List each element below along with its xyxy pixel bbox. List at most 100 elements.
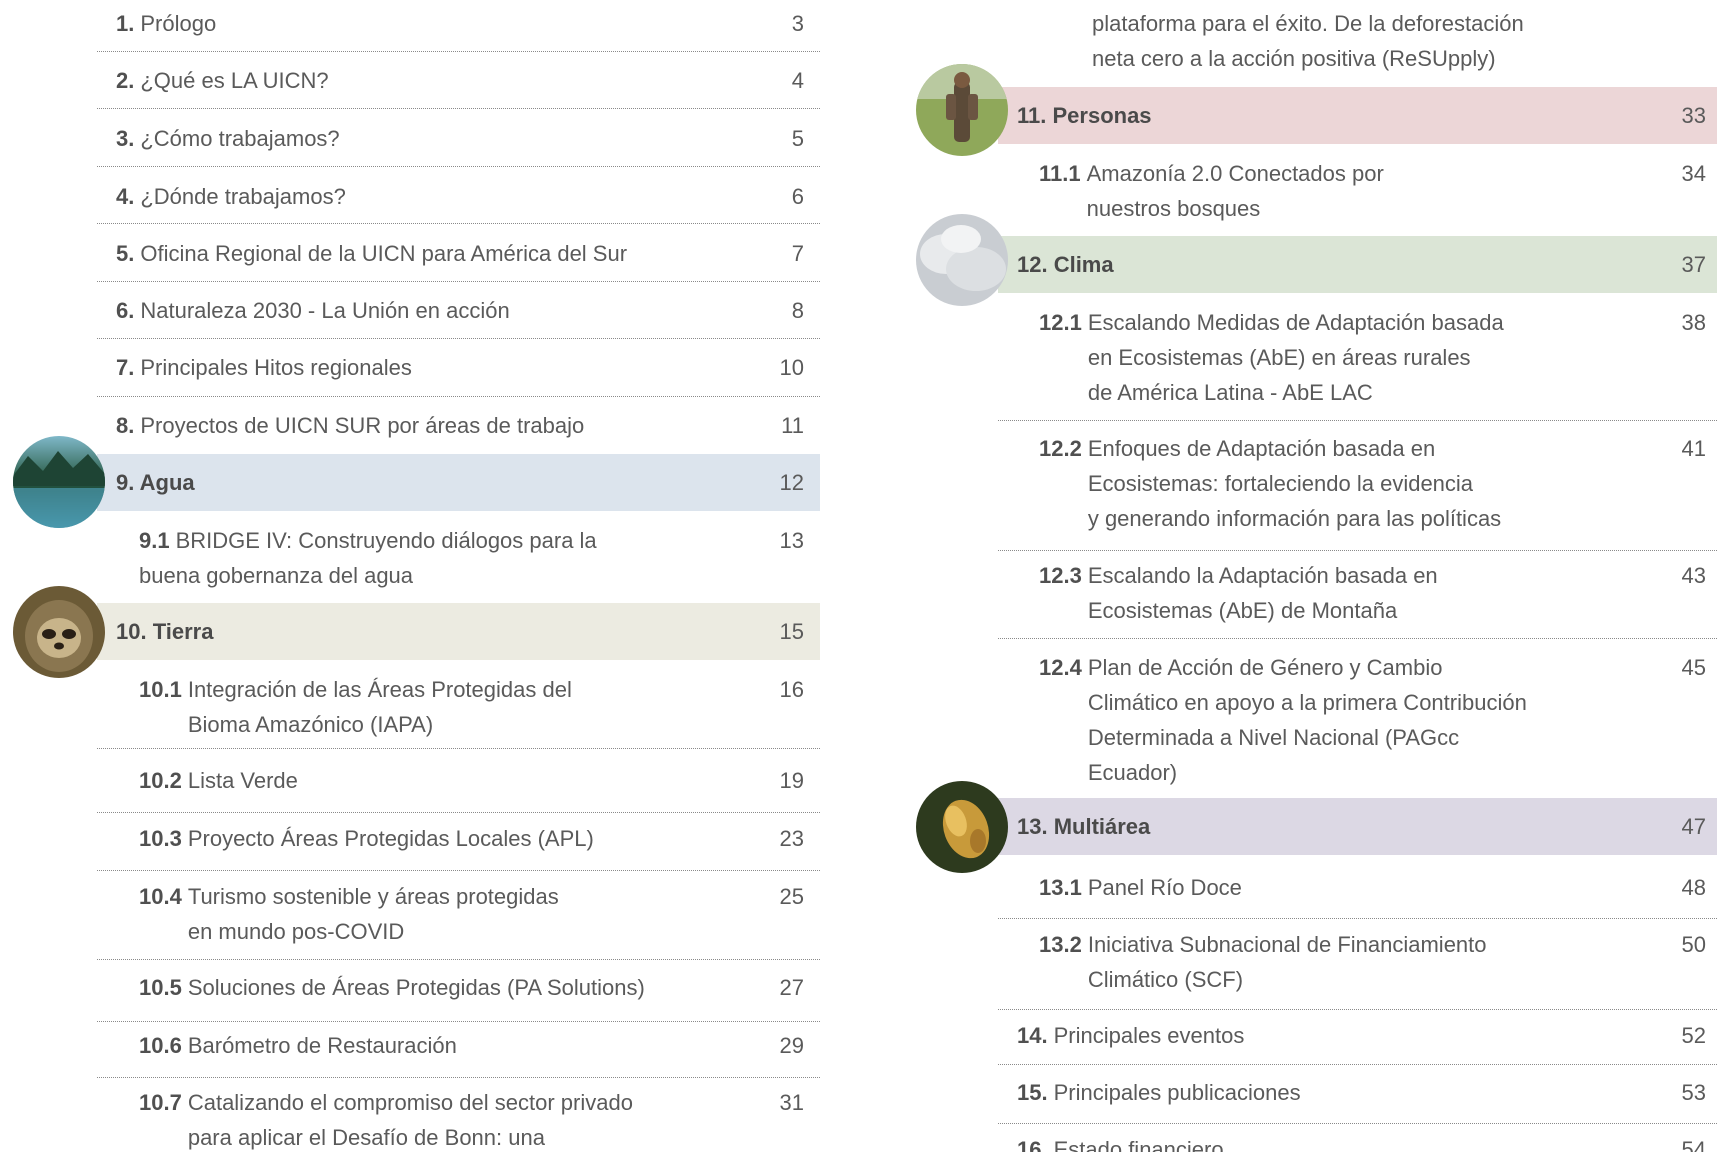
subentry-page: 45 — [1681, 655, 1706, 680]
section-header-clima[interactable]: 12. Clima 37 — [1017, 236, 1706, 292]
toc-subentry[interactable]: 10.3 Proyecto Áreas Protegidas Locales (A… — [139, 821, 804, 856]
subentry-number: 10.6 — [139, 1033, 182, 1058]
subentry-line: nuestros bosques — [1086, 196, 1261, 221]
section-header-multiarea[interactable]: 13. Multiárea 47 — [1017, 798, 1706, 854]
dotted-divider — [97, 959, 820, 960]
subentry-number: 11.1 — [1039, 161, 1081, 186]
subentry-page: 19 — [779, 768, 804, 793]
entry-label: ¿Cómo trabajamos? — [140, 126, 340, 151]
toc-entry[interactable]: 3. ¿Cómo trabajamos? 5 — [116, 121, 804, 156]
section-title: 12. Clima — [1017, 251, 1114, 277]
subentry-line: Determinada a Nivel Nacional (PAGcc — [1087, 725, 1460, 750]
entry-label: Proyectos de UICN SUR por áreas de traba… — [140, 413, 585, 438]
toc-subentry[interactable]: 12.3 Escalando la Adaptación basada en Eco… — [1039, 558, 1706, 628]
subentry-page: 25 — [779, 884, 804, 909]
entry-label: Naturaleza 2030 - La Unión en acción — [140, 298, 510, 323]
toc-subentry[interactable]: 13.2 Iniciativa Subnacional de Financiami… — [1039, 927, 1706, 997]
entry-label: Oficina Regional de la UICN para América… — [140, 241, 628, 266]
toc-entry[interactable]: 6. Naturaleza 2030 - La Unión en acción 8 — [116, 293, 804, 328]
entry-number: 15. — [1017, 1080, 1048, 1105]
toc-subentry[interactable]: 12.4 Plan de Acción de Género y Cambio Cli… — [1039, 650, 1706, 790]
dotted-divider — [998, 1064, 1717, 1065]
entry-label: Principales eventos — [1053, 1023, 1245, 1048]
section-page: 15 — [779, 618, 804, 644]
toc-entry[interactable]: 16. Estado financiero 54 — [1017, 1132, 1706, 1152]
section-title: 10. Tierra — [116, 618, 214, 644]
subentry-number: 10.3 — [139, 826, 182, 851]
entry-label: Prólogo — [140, 11, 217, 36]
entry-number: 2. — [116, 68, 135, 93]
multiarea-photo — [916, 781, 1008, 873]
personas-photo — [916, 64, 1008, 156]
entry-label: Principales Hitos regionales — [140, 355, 412, 380]
entry-label: Estado financiero — [1053, 1137, 1224, 1152]
entry-number: 16. — [1017, 1137, 1048, 1152]
dotted-divider — [998, 550, 1717, 551]
continuation-line: neta cero a la acción positiva (ReSUpply… — [1092, 46, 1496, 71]
toc-entry[interactable]: 5. Oficina Regional de la UICN para Améri… — [116, 236, 804, 271]
toc-subentry[interactable]: 10.6 Barómetro de Restauración 29 — [139, 1028, 804, 1063]
toc-entry[interactable]: 8. Proyectos de UICN SUR por áreas de tra… — [116, 408, 804, 443]
subentry-line: Plan de Acción de Género y Cambio — [1087, 655, 1443, 680]
toc-entry[interactable]: 15. Principales publicaciones 53 — [1017, 1075, 1706, 1110]
toc-entry[interactable]: 2. ¿Qué es LA UICN? 4 — [116, 63, 804, 98]
entry-page: 6 — [791, 184, 804, 209]
section-title: 11. Personas — [1017, 102, 1152, 128]
entry-page: 54 — [1681, 1137, 1706, 1152]
dotted-divider — [998, 420, 1717, 421]
toc-subentry[interactable]: 10.5 Soluciones de Áreas Protegidas (PA S… — [139, 970, 804, 1005]
subentry-number: 12.1 — [1039, 310, 1082, 335]
entry-number: 14. — [1017, 1023, 1048, 1048]
dotted-divider — [97, 108, 820, 109]
toc-subentry[interactable]: 10.7 Catalizando el compromiso del sector… — [139, 1085, 804, 1152]
toc-entry[interactable]: 1. Prólogo 3 — [116, 6, 804, 41]
toc-subentry[interactable]: 10.1 Integración de las Áreas Protegidas … — [139, 672, 804, 742]
toc-entry[interactable]: 14. Principales eventos 52 — [1017, 1018, 1706, 1053]
toc-subentry[interactable]: 11.1 Amazonía 2.0 Conectados por nuestros … — [1039, 156, 1706, 226]
dotted-divider — [998, 638, 1717, 639]
subentry-page: 43 — [1681, 563, 1706, 588]
subentry-line: en Ecosistemas (AbE) en áreas rurales — [1087, 345, 1471, 370]
subentry-number: 10.2 — [139, 768, 182, 793]
dotted-divider — [97, 1021, 820, 1022]
dotted-divider — [97, 223, 820, 224]
section-header-tierra[interactable]: 10. Tierra 15 — [116, 603, 804, 659]
subentry-line: de América Latina - AbE LAC — [1087, 380, 1373, 405]
entry-number: 1. — [116, 11, 135, 36]
toc-subentry[interactable]: 12.2 Enfoques de Adaptación basada en Ecos… — [1039, 431, 1706, 536]
subentry-line: Proyecto Áreas Protegidas Locales (APL) — [187, 826, 594, 851]
subentry-line: Soluciones de Áreas Protegidas (PA Solut… — [187, 975, 645, 1000]
entry-page: 10 — [779, 355, 804, 380]
subentry-line: para aplicar el Desafío de Bonn: una — [187, 1125, 545, 1150]
subentry-number: 12.4 — [1039, 655, 1082, 680]
toc-subentry[interactable]: 10.2 Lista Verde 19 — [139, 763, 804, 798]
dotted-divider — [97, 396, 820, 397]
section-header-personas[interactable]: 11. Personas 33 — [1017, 87, 1706, 143]
section-page: 12 — [779, 469, 804, 495]
section-page: 33 — [1681, 102, 1706, 128]
subentry-line: Integración de las Áreas Protegidas del — [187, 677, 572, 702]
section-header-agua[interactable]: 9. Agua 12 — [116, 454, 804, 510]
entry-page: 7 — [791, 241, 804, 266]
entry-page: 5 — [791, 126, 804, 151]
entry-number: 4. — [116, 184, 135, 209]
subentry-line: Bioma Amazónico (IAPA) — [187, 712, 434, 737]
toc-subentry[interactable]: 9.1 BRIDGE IV: Construyendo diálogos para… — [139, 523, 804, 558]
subentry-number: 9.1 — [139, 528, 170, 553]
dotted-divider — [97, 1077, 820, 1078]
dotted-divider — [97, 281, 820, 282]
toc-subentry[interactable]: 10.4 Turismo sostenible y áreas protegida… — [139, 879, 804, 949]
subentry-page: 31 — [779, 1090, 804, 1115]
toc-subentry[interactable]: 13.1 Panel Río Doce 48 — [1039, 870, 1706, 905]
subentry-page: 50 — [1681, 932, 1706, 957]
entry-number: 7. — [116, 355, 135, 380]
subentry-line: Catalizando el compromiso del sector pri… — [187, 1090, 633, 1115]
section-title: 9. Agua — [116, 469, 195, 495]
toc-entry[interactable]: 4. ¿Dónde trabajamos? 6 — [116, 179, 804, 214]
subentry-line: Ecosistemas: fortaleciendo la evidencia — [1087, 471, 1474, 496]
toc-subentry[interactable]: 12.1 Escalando Medidas de Adaptación basa… — [1039, 305, 1706, 410]
toc-entry[interactable]: 7. Principales Hitos regionales 10 — [116, 350, 804, 385]
subentry-line: Panel Río Doce — [1087, 875, 1242, 900]
subentry-line: Lista Verde — [187, 768, 298, 793]
entry-number: 5. — [116, 241, 135, 266]
